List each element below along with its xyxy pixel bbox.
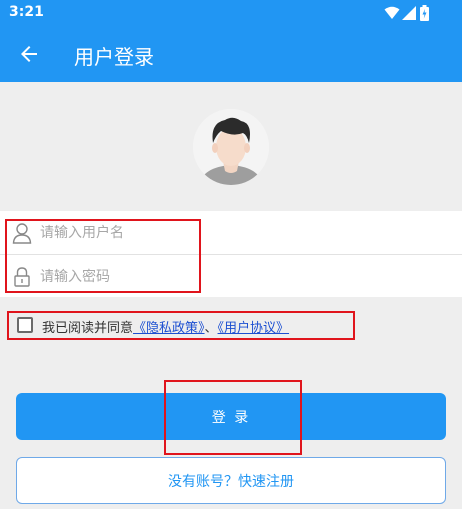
avatar [193,109,269,185]
username-input[interactable] [40,220,440,246]
agreement-checkbox[interactable] [17,317,33,333]
signal-icon [402,6,416,20]
back-arrow-icon[interactable] [17,42,41,66]
page-title: 用户登录 [74,45,154,69]
agreement-separator: 、 [204,321,218,336]
login-form [0,211,462,297]
avatar-icon [193,109,269,185]
privacy-policy-link[interactable]: 《隐私政策》 [133,321,205,336]
wifi-icon [384,6,400,19]
username-row [0,211,462,254]
register-button-label: 没有账号？快速注册 [168,473,294,490]
login-button[interactable]: 登 录 [16,393,446,440]
app-bar: 用户登录 [0,26,462,82]
user-agreement-link[interactable]: 《用户协议》 [218,321,290,336]
password-row [0,255,462,298]
battery-icon [420,5,429,21]
agreement-row: 我已阅读并同意《隐私政策》、《用户协议》 [17,316,437,336]
agreement-prefix: 我已阅读并同意 [42,321,134,336]
status-time: 3:21 [9,4,44,20]
agreement-text: 我已阅读并同意《隐私政策》、《用户协议》 [42,317,289,336]
register-button[interactable]: 没有账号？快速注册 [16,457,446,504]
status-bar: 3:21 [0,0,462,26]
lock-icon [14,267,30,287]
login-button-label: 登 录 [211,409,251,426]
user-icon [12,223,32,244]
status-icons [384,5,432,21]
password-input[interactable] [40,264,440,290]
